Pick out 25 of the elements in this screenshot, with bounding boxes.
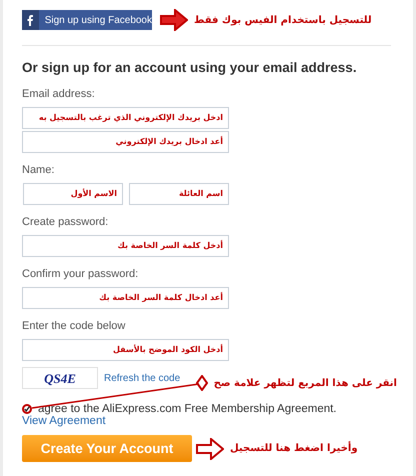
section-heading: Or sign up for an account using your email address. (22, 59, 358, 77)
text-field[interactable]: أعد ادخال كلمة السر الخاصة بك (22, 287, 229, 310)
captcha-image: QS4E (22, 367, 98, 390)
diamond-icon (196, 375, 208, 392)
refresh-link[interactable]: Refresh the code (104, 370, 180, 386)
field-label: Email address: (22, 87, 96, 102)
text-field[interactable]: الاسم الأول (23, 183, 123, 206)
view-agreement-link[interactable]: View Agreement (22, 415, 106, 428)
text-field[interactable]: أدخل الكود الموضح بالأسفل (22, 339, 229, 362)
annotation-text: وأخيرا اضغط هنا للتسجيل (230, 441, 358, 456)
field-label: Create password: (22, 215, 110, 230)
field-label: Confirm your password: (22, 267, 140, 282)
text-field[interactable]: أعد ادخال بريدك الإلكتروني (22, 131, 229, 154)
annotation-text: انقر على هذا المربع لتظهر علامة صح (214, 376, 397, 391)
field-label: Name: (22, 163, 56, 178)
text-field[interactable]: اسم العائلة (129, 183, 229, 206)
annotation-text: للتسجيل باستخدام الفيس بوك فقط (194, 14, 372, 28)
facebook-button[interactable]: Sign up using Facebook (22, 10, 152, 30)
facebook-icon (27, 14, 34, 26)
text-field[interactable]: أدخل كلمة السر الخاصة بك (22, 235, 229, 258)
arrow-icon (196, 438, 224, 460)
checkbox[interactable] (22, 404, 32, 414)
field-label: Enter the code below (22, 319, 126, 334)
text-field[interactable]: ادخل بريدك الإلكتروني الذي ترغب بالتسجيل به (22, 107, 229, 130)
arrow-icon (160, 9, 188, 31)
